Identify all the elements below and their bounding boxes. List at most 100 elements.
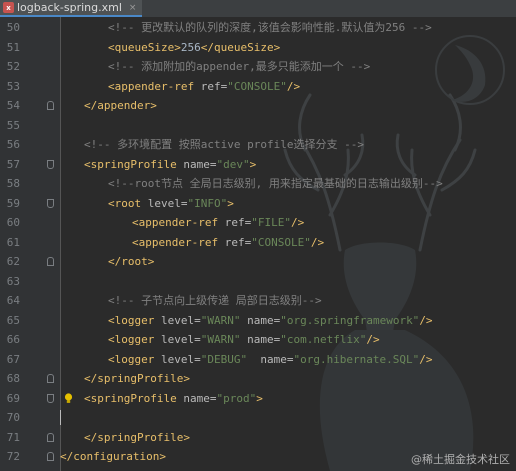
code-text: <logger level="WARN" name="com.netflix"/… [108, 330, 380, 350]
code-line[interactable]: 51 <queueSize>256</queueSize> [0, 38, 516, 58]
fold-close-icon[interactable] [47, 257, 54, 266]
line-number: 54 [6, 99, 20, 112]
code-line[interactable]: 63 [0, 272, 516, 292]
tab-filename: logback-spring.xml [17, 1, 122, 14]
code-line[interactable]: 52 <!-- 添加附加的appender,最多只能添加一个 --> [0, 57, 516, 77]
fold-close-icon[interactable] [47, 452, 54, 461]
code-token: "CONSOLE" [251, 235, 311, 249]
code-token: "dev" [216, 157, 250, 171]
line-number: 52 [6, 60, 20, 73]
code-text: <appender-ref ref="CONSOLE"/> [132, 233, 324, 253]
code-token: name= [240, 333, 281, 346]
line-number: 60 [6, 216, 20, 229]
code-line[interactable]: 67 <logger level="DEBUG" name="org.hibern… [0, 350, 516, 370]
code-token: "org.springframework" [280, 313, 420, 327]
code-token: /> [310, 235, 325, 249]
code-line[interactable]: 62 </root> [0, 252, 516, 272]
code-line[interactable]: 53 <appender-ref ref="CONSOLE"/> [0, 77, 516, 97]
code-line[interactable]: 58 <!--root节点 全局日志级别, 用来指定最基础的日志输出级别--> [0, 174, 516, 194]
lightbulb-icon[interactable] [64, 392, 73, 404]
code-token: <appender-ref [108, 79, 201, 93]
code-token: <logger [108, 313, 161, 327]
line-number: 61 [6, 235, 20, 249]
code-text: <!--root节点 全局日志级别, 用来指定最基础的日志输出级别--> [108, 174, 443, 194]
code-token: </springProfile> [84, 372, 190, 385]
code-line[interactable]: 61 <appender-ref ref="CONSOLE"/> [0, 233, 516, 253]
code-line[interactable]: 70 [0, 408, 516, 428]
line-number: 69 [6, 391, 20, 405]
code-text: <!-- 子节点向上级传递 局部日志级别--> [108, 291, 322, 311]
code-line[interactable]: 54 </appender> [0, 96, 516, 116]
code-text: <logger level="DEBUG" name="org.hibernat… [108, 350, 433, 370]
fold-close-icon[interactable] [47, 374, 54, 383]
code-line[interactable]: 50 <!-- 更改默认的队列的深度,该值会影响性能.默认值为256 --> [0, 18, 516, 38]
code-line[interactable]: 56 <!-- 多环境配置 按照active profile选择分支 --> [0, 135, 516, 155]
code-line[interactable]: 65 <logger level="WARN" name="org.springf… [0, 311, 516, 331]
code-text: <logger level="WARN" name="org.springfra… [108, 311, 433, 331]
code-token: "org.hibernate.SQL" [293, 352, 420, 366]
code-token: "com.netflix" [280, 333, 367, 346]
line-number: 72 [6, 450, 20, 463]
code-token: "prod" [216, 391, 257, 405]
code-text: <queueSize>256</queueSize> [108, 38, 280, 58]
code-token: <!-- 添加附加的appender,最多只能添加一个 --> [108, 60, 371, 73]
code-token: ref= [200, 79, 228, 93]
code-token: /> [419, 352, 433, 366]
text-caret [60, 410, 61, 425]
line-number: 53 [6, 79, 20, 93]
code-token: name= [183, 391, 217, 405]
code-text: </configuration> [60, 447, 166, 467]
line-number: 66 [6, 333, 20, 346]
code-token: 256 [180, 40, 201, 54]
line-number: 50 [6, 21, 20, 34]
code-line[interactable]: 57 <springProfile name="dev"> [0, 155, 516, 175]
code-text: </springProfile> [84, 369, 190, 389]
code-token: </queueSize> [200, 40, 281, 54]
code-line[interactable]: 64 <!-- 子节点向上级传递 局部日志级别--> [0, 291, 516, 311]
fold-close-icon[interactable] [47, 432, 54, 442]
code-token: <appender-ref [132, 235, 225, 249]
code-text: </springProfile> [84, 428, 190, 448]
code-text: </root> [108, 252, 154, 272]
code-token: ref= [224, 216, 252, 229]
line-number: 71 [6, 430, 20, 444]
code-text: <!-- 添加附加的appender,最多只能添加一个 --> [108, 57, 370, 77]
code-text: </appender> [84, 96, 157, 116]
line-number: 70 [6, 411, 20, 424]
code-token: ref= [224, 235, 252, 249]
code-token: > [227, 196, 234, 210]
code-token: <!--root节点 全局日志级别, 用来指定最基础的日志输出级别--> [108, 177, 443, 190]
line-number: 68 [6, 372, 20, 385]
tab-close-icon[interactable]: × [129, 3, 137, 13]
code-token: name= [247, 352, 294, 366]
code-line[interactable]: 55 [0, 116, 516, 136]
code-token: level= [160, 352, 201, 366]
code-token: /> [419, 313, 433, 327]
code-token: <!-- 多环境配置 按照active profile选择分支 --> [84, 138, 364, 151]
code-token: name= [183, 157, 217, 171]
line-number: 59 [6, 196, 20, 210]
code-token: /> [286, 79, 301, 93]
code-text: <appender-ref ref="FILE"/> [132, 213, 304, 233]
line-number: 63 [6, 274, 20, 288]
fold-open-icon[interactable] [47, 198, 54, 208]
line-number: 65 [6, 313, 20, 327]
code-line[interactable]: 71 </springProfile> [0, 428, 516, 448]
code-line[interactable]: 68 </springProfile> [0, 369, 516, 389]
code-token: <springProfile [84, 157, 184, 171]
tab-logback-spring-xml[interactable]: x logback-spring.xml × [0, 0, 143, 17]
code-token: <springProfile [84, 391, 184, 405]
code-token: <queueSize> [108, 40, 181, 54]
fold-open-icon[interactable] [47, 393, 54, 403]
code-token: level= [160, 333, 201, 346]
code-line[interactable]: 59 <root level="INFO"> [0, 194, 516, 214]
code-token: > [249, 157, 257, 171]
code-token: </configuration> [60, 450, 166, 463]
code-token: <root [108, 196, 148, 210]
code-line[interactable]: 60 <appender-ref ref="FILE"/> [0, 213, 516, 233]
fold-open-icon[interactable] [47, 159, 54, 169]
code-text: <springProfile name="dev"> [84, 155, 256, 175]
code-line[interactable]: 69 <springProfile name="prod"> [0, 389, 516, 409]
code-line[interactable]: 66 <logger level="WARN" name="com.netflix… [0, 330, 516, 350]
fold-close-icon[interactable] [47, 101, 54, 110]
